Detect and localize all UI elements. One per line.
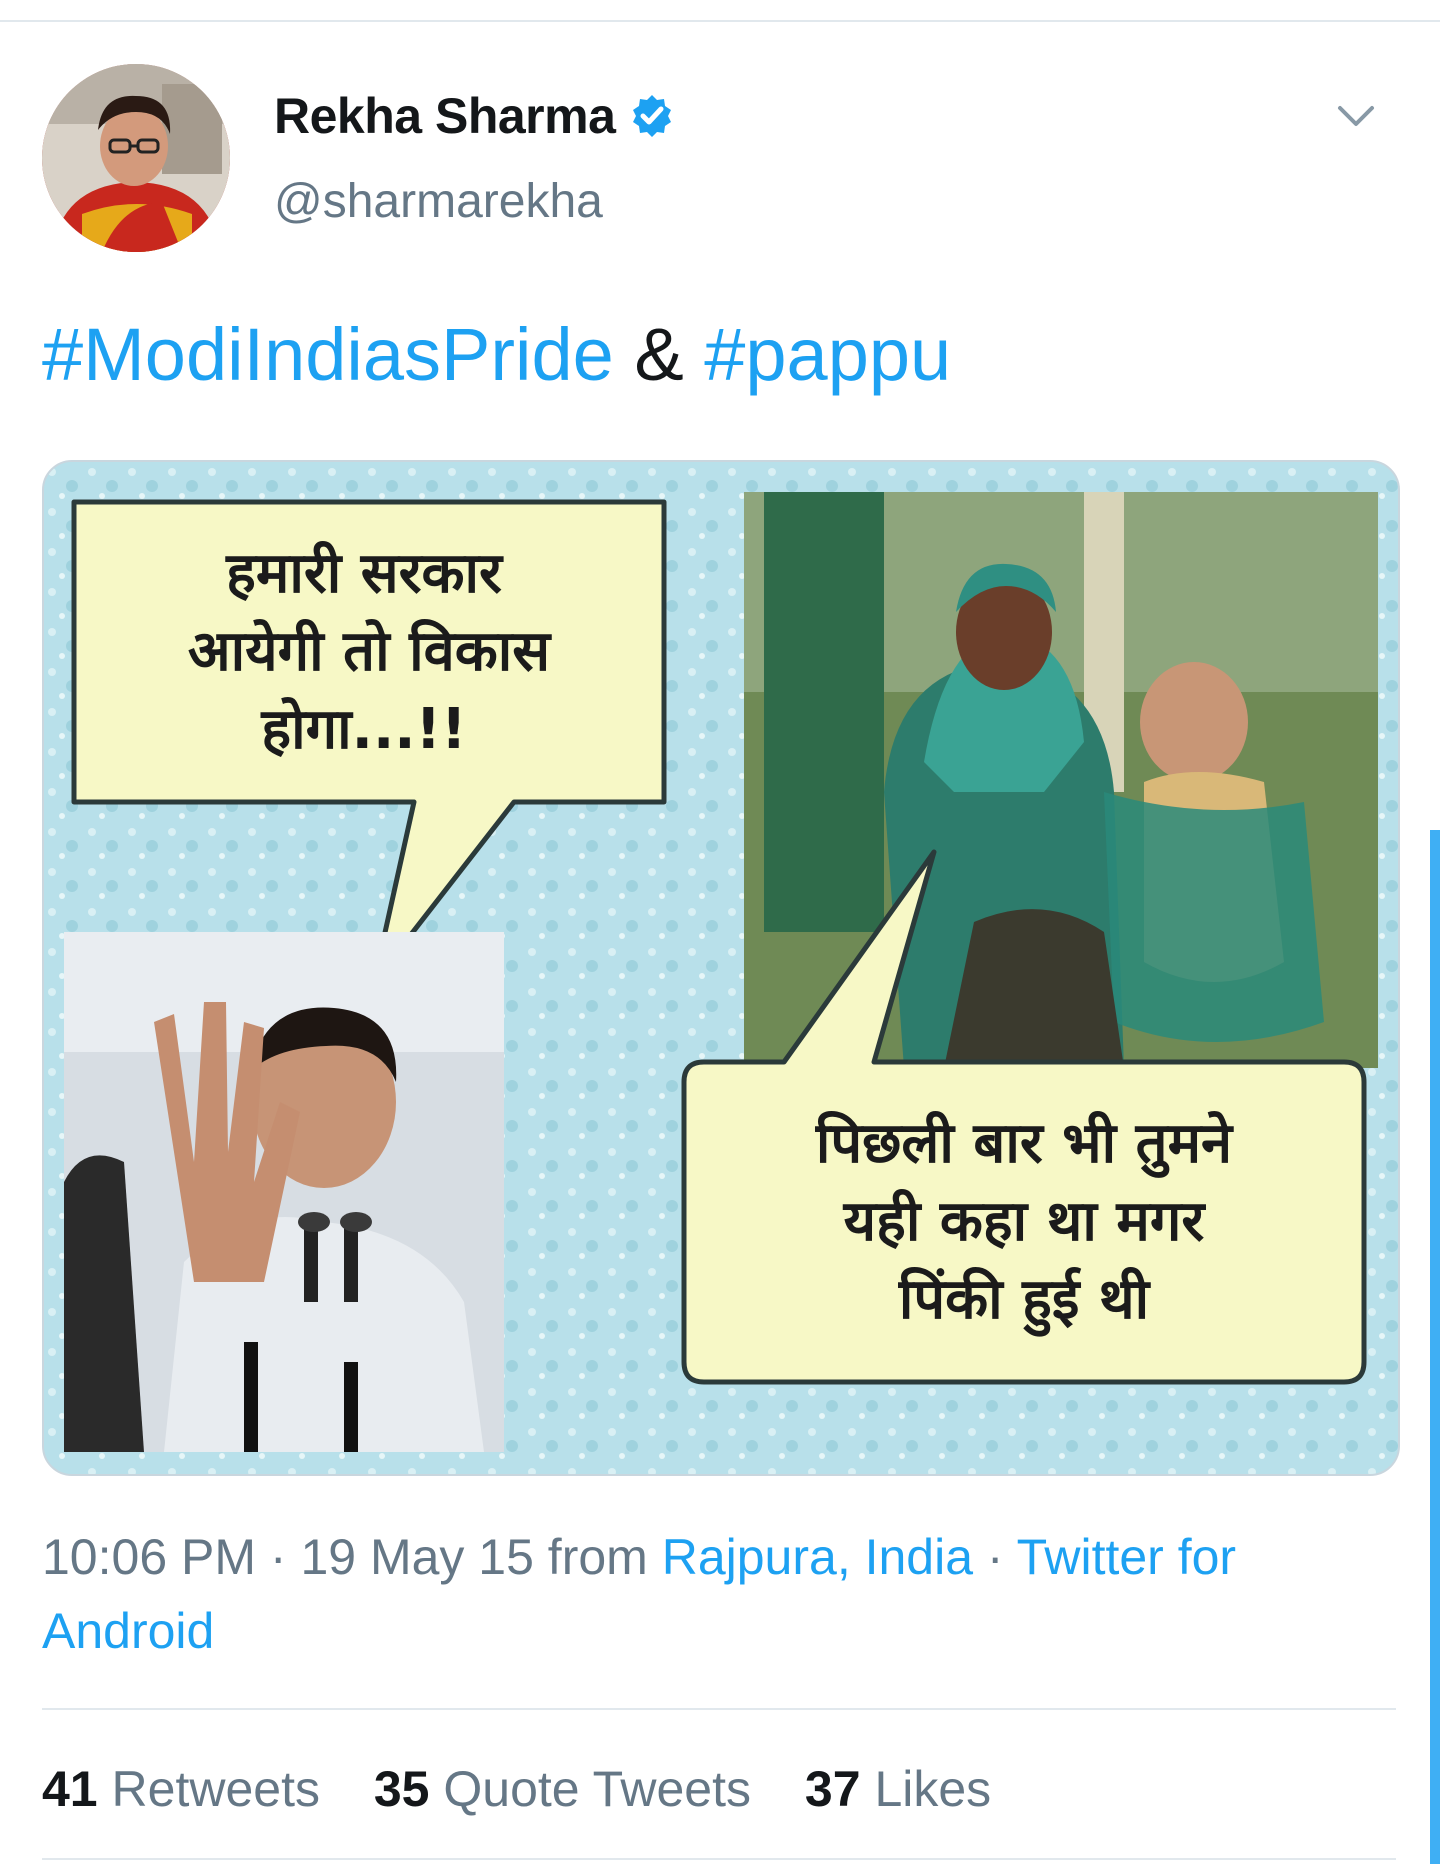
hashtag-link[interactable]: #ModiIndiasPride [42,313,614,396]
bubble-left-line3: होगा...!! [260,696,466,762]
top-divider [0,20,1440,22]
quote-tweets-label: Quote Tweets [443,1761,751,1817]
user-handle[interactable]: @sharmarekha [274,174,603,229]
tweet-media-image[interactable]: हमारी सरकार आयेगी तो विकास होगा...!! पिछ [42,460,1400,1476]
retweets-stat[interactable]: 41 Retweets [42,1761,320,1817]
quote-tweets-count: 35 [373,1761,430,1817]
verified-badge-icon [629,93,675,139]
bubble-left-line2: आयेगी तो विकास [188,618,552,684]
name-row: Rekha Sharma [274,84,675,148]
display-name[interactable]: Rekha Sharma [274,87,616,145]
retweets-label: Retweets [111,1761,320,1817]
likes-count: 37 [804,1761,861,1817]
location-link[interactable]: Rajpura, India [662,1529,973,1585]
stats-divider [42,1708,1396,1710]
quote-tweets-stat[interactable]: 35 Quote Tweets [374,1761,751,1817]
scrollbar[interactable] [1430,830,1440,1864]
tweet-connector: & [634,313,684,396]
timestamp: 10:06 PM · 19 May 15 from [42,1529,648,1585]
hashtag-link[interactable]: #pappu [704,313,951,396]
tweet-text: #ModiIndiasPride & #pappu [42,310,951,400]
tweet-header: Rekha Sharma @sharmarekha [42,64,1402,264]
tweet-stats: 41 Retweets 35 Quote Tweets 37 Likes [42,1752,1031,1826]
avatar[interactable] [42,64,230,252]
bubble-right-line3: पिंकी हुई थी [898,1266,1152,1337]
bubble-right-line2: यही कहा था मगर [843,1188,1207,1254]
likes-label: Likes [874,1761,992,1817]
bottom-divider [42,1858,1396,1860]
likes-stat[interactable]: 37 Likes [805,1761,991,1817]
tweet-metadata: 10:06 PM · 19 May 15 from Rajpura, India… [42,1520,1402,1668]
bubble-right-line1: पिछली बार भी तुमने [815,1110,1234,1178]
bubble-left-line1: हमारी सरकार [225,540,504,606]
meta-separator: · [973,1529,1017,1585]
retweets-count: 41 [42,1761,98,1817]
chevron-down-icon[interactable] [1334,94,1378,138]
